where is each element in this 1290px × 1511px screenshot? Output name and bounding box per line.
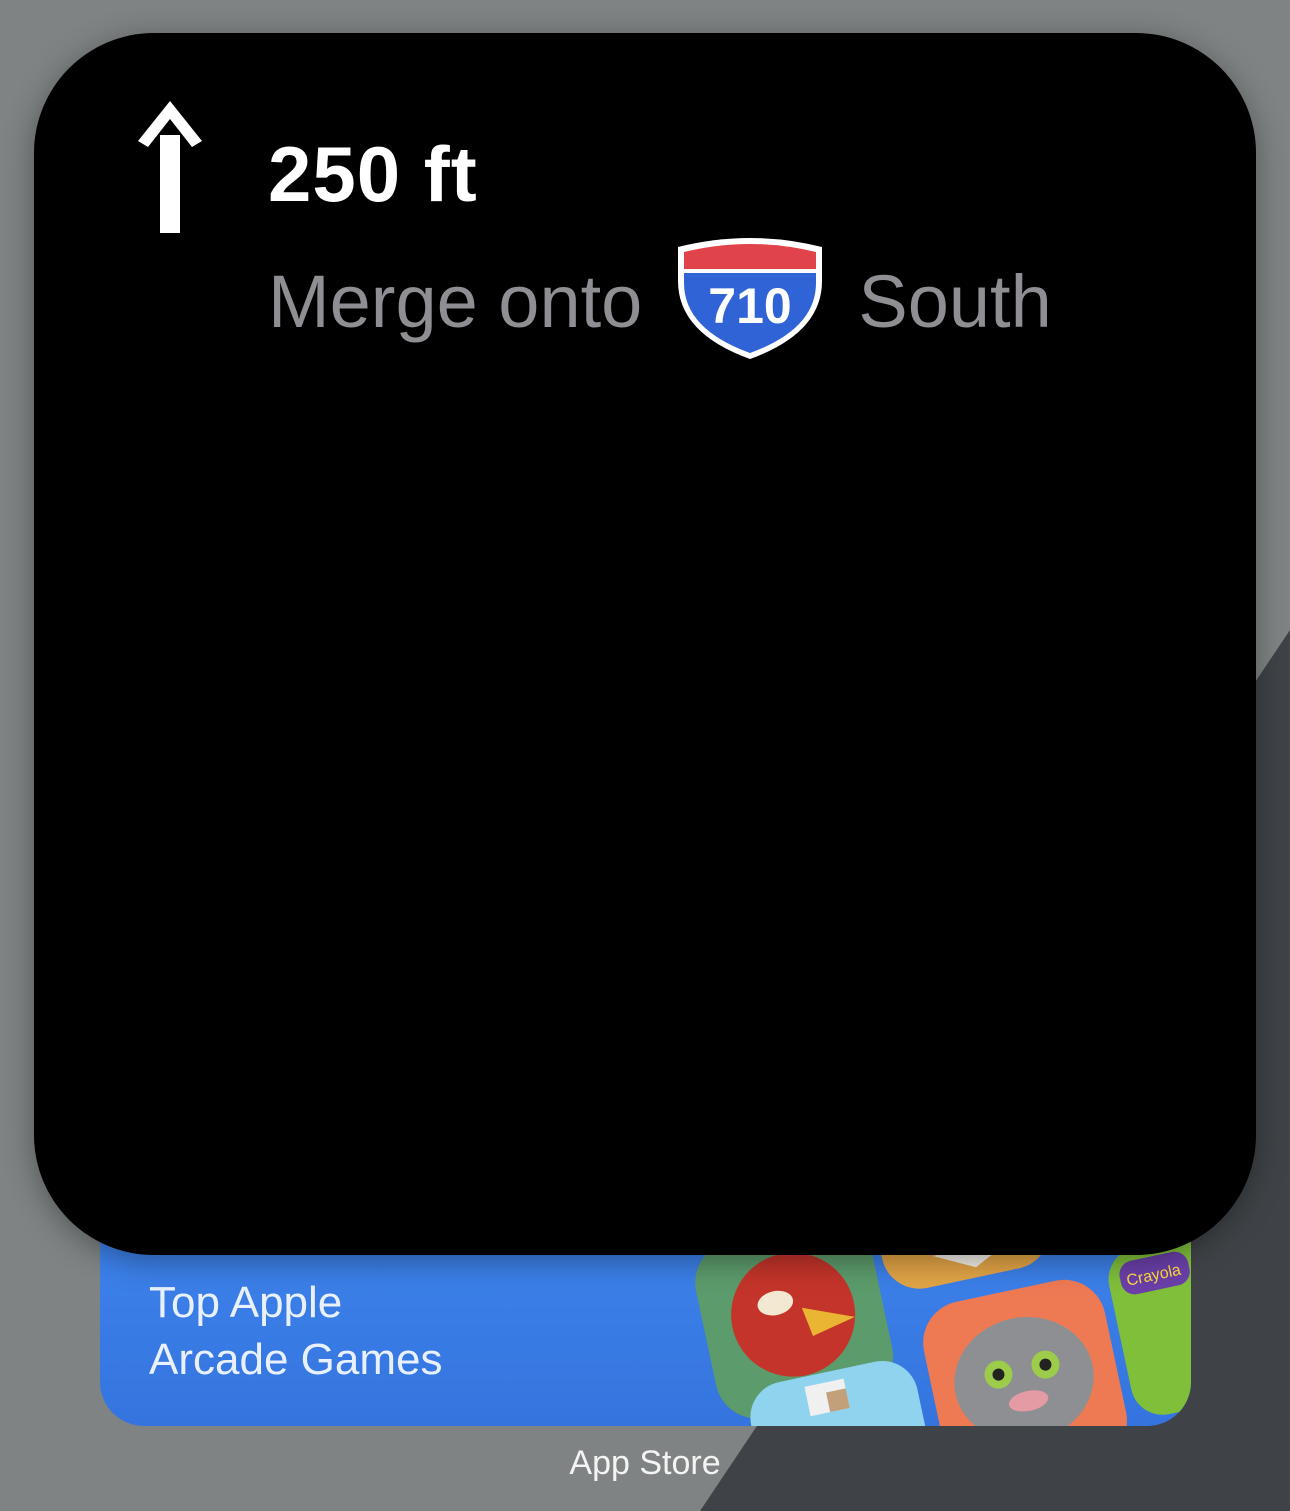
straight-arrow-icon xyxy=(138,101,202,233)
instruction-prefix: Merge onto xyxy=(268,260,643,343)
game-icon-cat xyxy=(923,1279,1127,1426)
interstate-shield-icon: 710 xyxy=(678,238,823,359)
app-store-widget-title: Top Apple Arcade Games xyxy=(149,1278,443,1384)
maneuver-distance: 250 ft xyxy=(268,130,478,218)
maneuver-instruction: Merge onto 710 South xyxy=(268,237,1052,367)
maps-navigation-widget[interactable]: 250 ft Merge onto 710 South xyxy=(34,33,1256,1255)
app-store-widget-caption: App Store xyxy=(569,1444,721,1482)
instruction-suffix: South xyxy=(858,260,1052,343)
shield-number: 710 xyxy=(709,278,792,334)
